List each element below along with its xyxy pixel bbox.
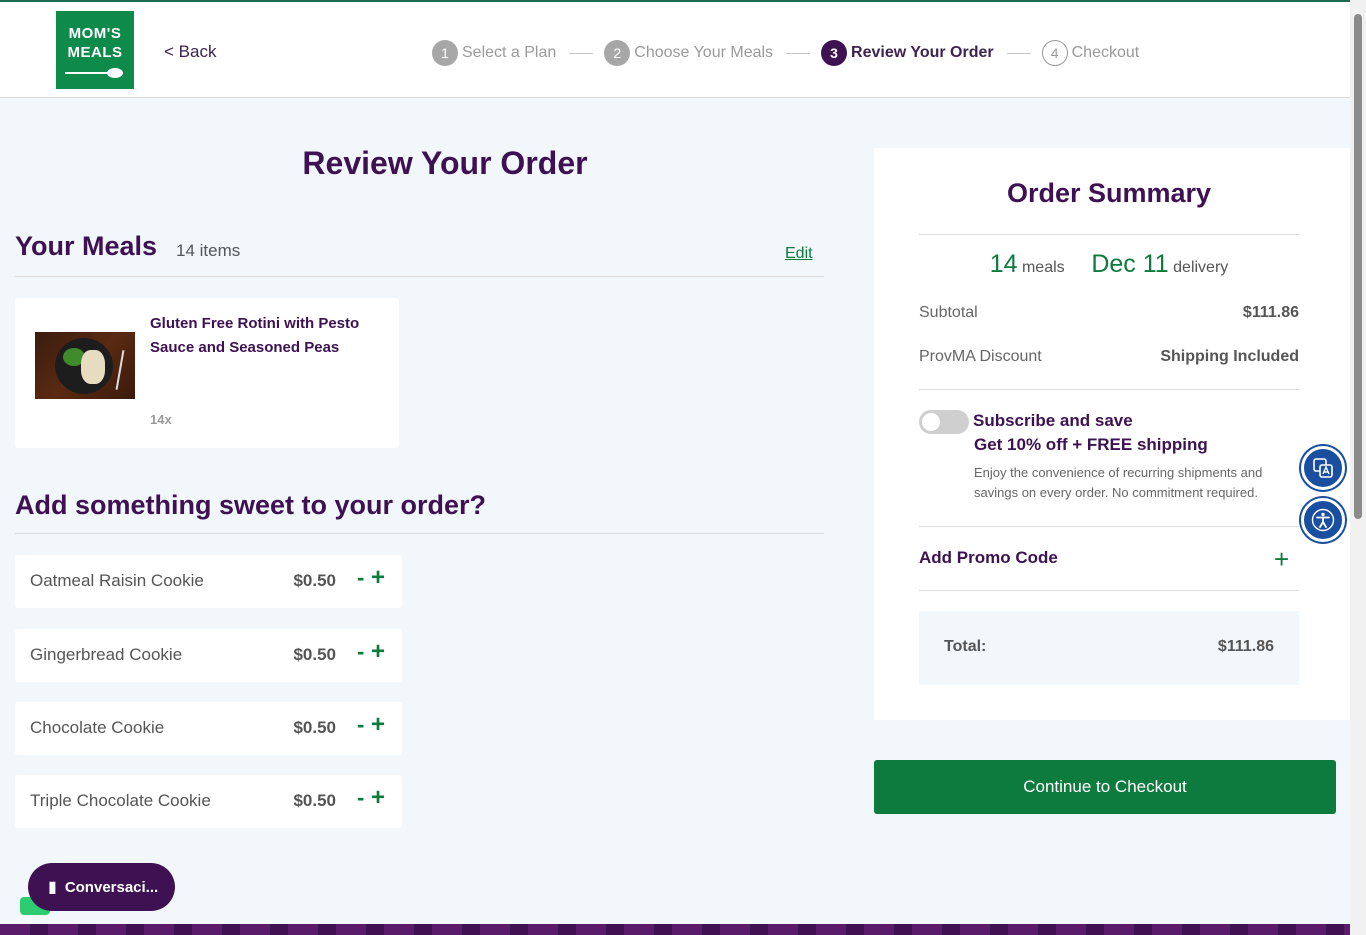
meals-item-count: 14 items [176, 241, 241, 260]
chat-button[interactable]: ▮ Conversaci... [28, 863, 175, 911]
meals-number: 14 [989, 250, 1018, 278]
increase-quantity-button[interactable]: + [371, 564, 385, 592]
addon-row-chocolate: Chocolate Cookie $0.50 - + [15, 702, 402, 755]
your-meals-heading: Your Meals [15, 231, 158, 261]
meal-photo [35, 332, 135, 399]
checkout-progress-steps: 1 Select a Plan 2 Choose Your Meals 3 Re… [432, 39, 1139, 67]
decrease-quantity-button[interactable]: - [357, 785, 364, 811]
step-number: 2 [604, 40, 631, 66]
delivery-word: delivery [1173, 259, 1229, 276]
addon-row-oatmeal-raisin: Oatmeal Raisin Cookie $0.50 - + [15, 555, 402, 608]
total-value: $111.86 [1217, 638, 1274, 655]
step-connector [569, 52, 594, 54]
step-label: Checkout [1071, 44, 1140, 61]
back-link[interactable]: < Back [164, 42, 216, 62]
subscribe-toggle[interactable] [919, 410, 969, 434]
step-connector [1006, 52, 1031, 54]
step-number: 1 [432, 40, 458, 66]
addon-name: Oatmeal Raisin Cookie [30, 571, 204, 590]
step-label: Choose Your Meals [634, 44, 774, 61]
scrollbar-thumb[interactable] [1354, 14, 1362, 519]
chat-label: Conversaci... [64, 878, 159, 896]
delivery-date: Dec 11 [1091, 250, 1169, 278]
subscribe-description: Enjoy the convenience of recurring shipm… [974, 465, 1263, 500]
summary-divider [919, 389, 1299, 390]
accessibility-icon[interactable] [1301, 498, 1345, 542]
step-label: Select a Plan [462, 44, 557, 61]
discount-row: ProvMA Discount Shipping Included [919, 348, 1299, 366]
add-sweet-heading: Add something sweet to your order? [15, 490, 487, 520]
addon-price: $0.50 [293, 645, 336, 664]
addon-price: $0.50 [293, 791, 336, 810]
order-summary-title: Order Summary [1006, 178, 1212, 208]
step-review-order: 3 Review Your Order [821, 40, 994, 66]
discount-value: Shipping Included [1160, 348, 1299, 365]
meals-word: meals [1021, 259, 1065, 276]
step-select-plan[interactable]: 1 Select a Plan [432, 40, 556, 66]
step-label: Review Your Order [851, 44, 994, 61]
subtotal-label: Subtotal [919, 304, 978, 321]
logo-text-line2: MEALS [67, 44, 123, 61]
page-scrollbar[interactable] [1350, 0, 1366, 935]
increase-quantity-button[interactable]: + [371, 711, 385, 739]
summary-divider [919, 526, 1299, 527]
meal-name: Gluten Free Rotini with Pesto Sauce and … [150, 315, 360, 356]
accessibility-glyph [1311, 508, 1335, 532]
section-divider [15, 276, 824, 277]
meals-delivery-line: 14 meals Dec 11 delivery [874, 250, 1344, 279]
logo-text-line1: MOM'S [68, 25, 122, 42]
addon-price: $0.50 [293, 718, 336, 737]
site-header: MOM'S MEALS < Back 1 Select a Plan 2 Cho… [0, 0, 1366, 98]
toggle-knob [922, 413, 940, 431]
step-connector [786, 52, 811, 54]
addon-row-gingerbread: Gingerbread Cookie $0.50 - + [15, 629, 402, 682]
increase-quantity-button[interactable]: + [371, 784, 385, 812]
footer-pattern-band [0, 924, 1350, 935]
total-box: Total: $111.86 [919, 611, 1299, 685]
continue-to-checkout-button[interactable]: Continue to Checkout [874, 760, 1336, 814]
chat-bubble-icon: ▮ [48, 879, 57, 896]
translate-glyph [1313, 458, 1333, 478]
subtotal-row: Subtotal $111.86 [919, 304, 1299, 322]
step-number: 3 [821, 40, 848, 66]
step-number: 4 [1041, 40, 1068, 66]
summary-divider [919, 234, 1299, 235]
total-label: Total: [944, 638, 987, 655]
increase-quantity-button[interactable]: + [371, 638, 385, 666]
moms-meals-logo[interactable]: MOM'S MEALS [56, 11, 134, 89]
subscribe-offer: Get 10% off + FREE shipping [974, 435, 1208, 454]
decrease-quantity-button[interactable]: - [357, 565, 364, 591]
addon-price: $0.50 [293, 571, 336, 590]
expand-promo-button[interactable]: + [1274, 544, 1289, 575]
page-title: Review Your Order [302, 145, 588, 181]
summary-divider [919, 590, 1299, 591]
addon-name: Gingerbread Cookie [30, 645, 183, 664]
edit-meals-link[interactable]: Edit [785, 245, 813, 263]
addon-name: Triple Chocolate Cookie [30, 791, 211, 810]
spoon-icon [65, 68, 125, 78]
step-choose-meals[interactable]: 2 Choose Your Meals [604, 40, 773, 66]
step-checkout: 4 Checkout [1041, 40, 1140, 66]
section-divider [15, 533, 824, 534]
translate-icon[interactable] [1301, 446, 1345, 490]
decrease-quantity-button[interactable]: - [357, 639, 364, 665]
addon-name: Chocolate Cookie [30, 718, 165, 737]
decrease-quantity-button[interactable]: - [357, 712, 364, 738]
subscribe-title: Subscribe and save [973, 411, 1133, 430]
add-promo-code-label[interactable]: Add Promo Code [919, 548, 1058, 568]
discount-label: ProvMA Discount [919, 348, 1042, 365]
subtotal-value: $111.86 [1242, 304, 1299, 321]
meal-quantity: 14x [150, 412, 172, 427]
order-summary-panel: Order Summary 14 meals Dec 11 delivery S… [874, 148, 1350, 720]
addon-row-triple-chocolate: Triple Chocolate Cookie $0.50 - + [15, 775, 402, 828]
